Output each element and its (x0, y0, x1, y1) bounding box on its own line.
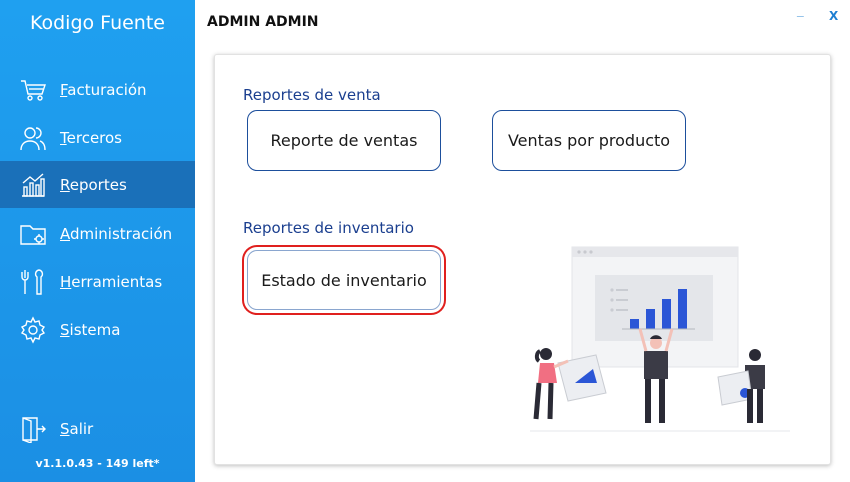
sidebar-item-sistema[interactable]: Sistema (0, 306, 195, 353)
sidebar-item-terceros[interactable]: Terceros (0, 114, 195, 161)
logout-label: Salir (60, 419, 94, 438)
sidebar-item-administracion[interactable]: Administración (0, 210, 195, 257)
inventory-section-title: Reportes de inventario (243, 219, 414, 237)
folder-settings-icon (19, 220, 47, 248)
sidebar-item-label: Herramientas (60, 272, 163, 291)
exit-door-icon (19, 415, 47, 443)
sales-by-product-button[interactable]: Ventas por producto (492, 110, 686, 171)
sales-section-title: Reportes de venta (243, 86, 381, 104)
version-label: v1.1.0.43 - 149 left* (35, 457, 160, 470)
sales-report-button[interactable]: Reporte de ventas (247, 110, 441, 171)
sidebar-item-herramientas[interactable]: Herramientas (0, 258, 195, 305)
chart-icon (19, 171, 47, 199)
sidebar-item-facturacion[interactable]: Facturación (0, 66, 195, 113)
report-illustration (530, 246, 790, 432)
logout-button[interactable]: Salir (0, 405, 195, 452)
inventory-status-button[interactable]: Estado de inventario (247, 250, 441, 310)
tools-icon (19, 268, 47, 296)
page-title: ADMIN ADMIN (207, 14, 319, 30)
sidebar-item-label: Administración (60, 224, 173, 243)
sidebar-item-label: Reportes (60, 175, 127, 194)
cart-icon (19, 76, 47, 104)
gear-icon (19, 315, 47, 344)
reports-panel: Reportes de venta Reporte de ventas Vent… (214, 54, 831, 465)
sidebar-item-reportes[interactable]: Reportes (0, 161, 195, 208)
close-button[interactable]: X (829, 9, 838, 23)
app-title: Kodigo Fuente (29, 12, 165, 34)
users-icon (19, 124, 47, 152)
minimize-button[interactable]: _ (797, 4, 804, 18)
sidebar-item-label: Sistema (60, 320, 121, 339)
sidebar-item-label: Terceros (60, 128, 122, 147)
sidebar-item-label: Facturación (60, 80, 147, 99)
sidebar: Kodigo Fuente Facturación Terceros Repor… (0, 0, 195, 482)
